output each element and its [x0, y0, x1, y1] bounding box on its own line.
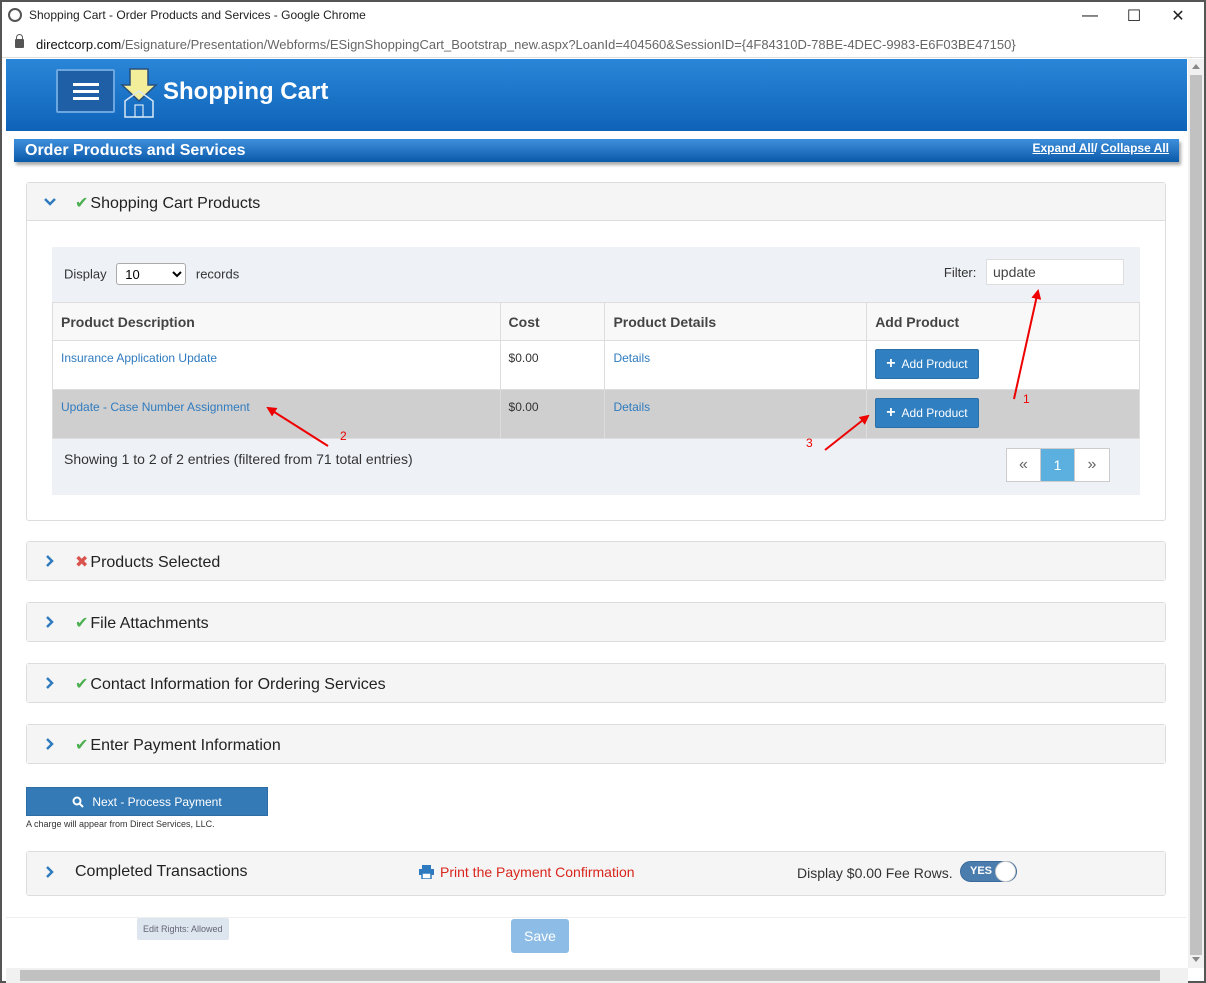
- lock-icon: [15, 34, 24, 48]
- scroll-down-icon[interactable]: [1192, 957, 1200, 962]
- annotation-label-1: 1: [1023, 392, 1030, 406]
- close-icon[interactable]: ✕: [1156, 4, 1200, 28]
- page-viewport: Shopping Cart Order Products and Service…: [6, 59, 1187, 968]
- scroll-up-icon[interactable]: [1192, 64, 1200, 69]
- annotation-arrows: [266, 289, 1042, 451]
- url-text[interactable]: directcorp.com/Esignature/Presentation/W…: [36, 37, 1016, 52]
- annotation-label-3: 3: [806, 436, 813, 450]
- address-bar[interactable]: directcorp.com/Esignature/Presentation/W…: [2, 30, 1204, 58]
- minimize-icon[interactable]: —: [1068, 4, 1112, 28]
- browser-window: Shopping Cart - Order Products and Servi…: [0, 0, 1206, 983]
- url-path: /Esignature/Presentation/Webforms/ESignS…: [121, 37, 1016, 52]
- url-host: directcorp.com: [36, 37, 122, 52]
- horizontal-scroll-thumb[interactable]: [20, 970, 1160, 981]
- title-bar: Shopping Cart - Order Products and Servi…: [2, 2, 1204, 30]
- vertical-scrollbar[interactable]: [1188, 59, 1204, 968]
- maximize-icon[interactable]: ☐: [1112, 4, 1156, 28]
- vertical-scroll-thumb[interactable]: [1190, 75, 1202, 955]
- annotation-arrow-1: [1013, 289, 1042, 400]
- window-title: Shopping Cart - Order Products and Servi…: [29, 8, 366, 22]
- horizontal-scrollbar[interactable]: [6, 968, 1188, 983]
- chrome-favicon-icon: [8, 8, 22, 22]
- annotation-arrow-3: [824, 414, 870, 451]
- annotation-label-2: 2: [340, 429, 347, 443]
- annotation-arrow-2: [266, 406, 329, 447]
